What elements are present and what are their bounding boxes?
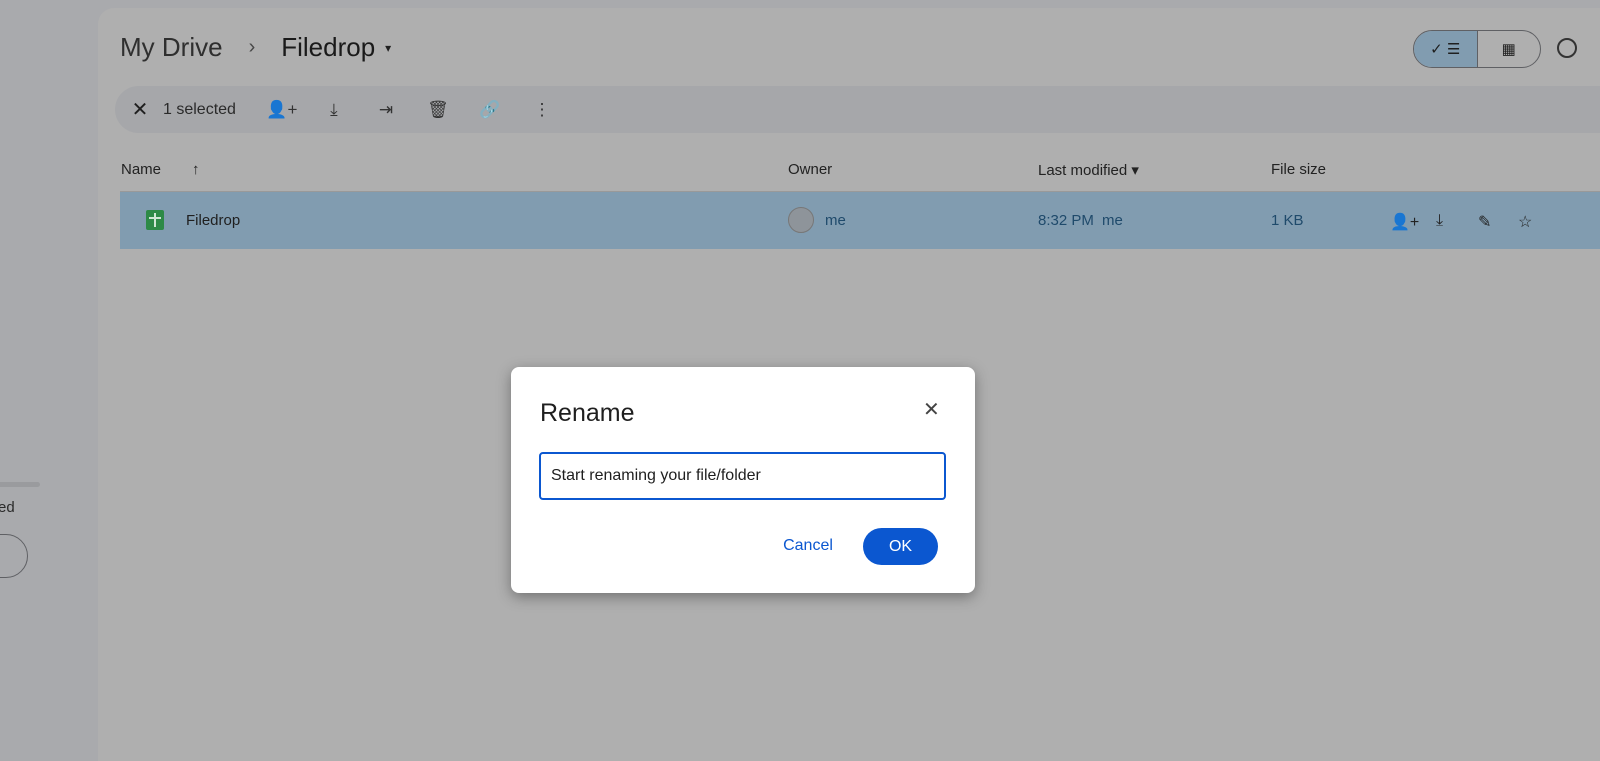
modified-by: me: [1102, 212, 1123, 229]
cancel-button[interactable]: Cancel: [759, 528, 857, 564]
download-icon[interactable]: ⤓: [308, 100, 360, 120]
owner: me: [825, 212, 846, 229]
file-size: 1 KB: [1271, 212, 1304, 229]
more-icon[interactable]: ⋮: [516, 100, 568, 120]
grid-view-button[interactable]: ▦: [1478, 31, 1541, 67]
spreadsheet-icon: [146, 210, 164, 230]
caret-down-icon[interactable]: ▾: [385, 41, 391, 55]
delete-icon[interactable]: 🗑: [412, 100, 464, 120]
close-icon[interactable]: ✕: [923, 397, 940, 422]
view-toggle: ✓ ☰ ▦: [1413, 30, 1541, 68]
modified-time: 8:32 PM: [1038, 212, 1094, 229]
rename-input[interactable]: [539, 452, 946, 500]
storage-text: ed: [0, 499, 15, 516]
file-name: Filedrop: [186, 212, 241, 229]
star-icon[interactable]: ☆: [1518, 212, 1532, 232]
table-row[interactable]: Filedrop me 8:32 PM me 1 KB 👤+ ⤓ ✎ ☆: [120, 192, 1600, 249]
selection-toolbar: ✕ 1 selected 👤+ ⤓ ⇥ 🗑 🔗 ⋮: [115, 86, 1600, 133]
download-icon[interactable]: ⤓: [1436, 212, 1443, 230]
sidebar: ed: [0, 0, 98, 761]
share-icon[interactable]: 👤+: [256, 100, 308, 120]
breadcrumb-my-drive[interactable]: My Drive: [120, 32, 223, 63]
breadcrumb-current-folder[interactable]: Filedrop: [281, 32, 375, 63]
table-header: Name ↑ Owner Last modified ▾ File size: [120, 158, 1600, 192]
clear-selection-button[interactable]: ✕: [117, 97, 163, 122]
move-icon[interactable]: ⇥: [360, 100, 412, 120]
get-storage-button[interactable]: [0, 534, 28, 578]
rename-icon[interactable]: ✎: [1478, 212, 1491, 232]
storage-bar: [0, 482, 40, 487]
link-icon[interactable]: 🔗: [464, 100, 516, 120]
dialog-title: Rename: [540, 399, 635, 427]
chevron-right-icon: ›: [248, 36, 256, 58]
column-file-size: File size: [1271, 161, 1327, 178]
avatar: [788, 207, 814, 233]
list-view-button[interactable]: ✓ ☰: [1414, 31, 1478, 67]
breadcrumb: My Drive › Filedrop ▾: [120, 32, 391, 63]
share-icon[interactable]: 👤+: [1390, 212, 1419, 232]
column-name[interactable]: Name: [121, 161, 161, 178]
info-icon[interactable]: [1557, 38, 1577, 58]
column-owner: Owner: [788, 161, 833, 178]
selected-count: 1 selected: [163, 100, 236, 118]
sort-arrow-up-icon[interactable]: ↑: [192, 161, 200, 178]
column-last-modified[interactable]: Last modified ▾: [1038, 161, 1139, 179]
rename-dialog: Rename ✕ Cancel OK: [511, 367, 975, 593]
ok-button[interactable]: OK: [863, 528, 938, 565]
